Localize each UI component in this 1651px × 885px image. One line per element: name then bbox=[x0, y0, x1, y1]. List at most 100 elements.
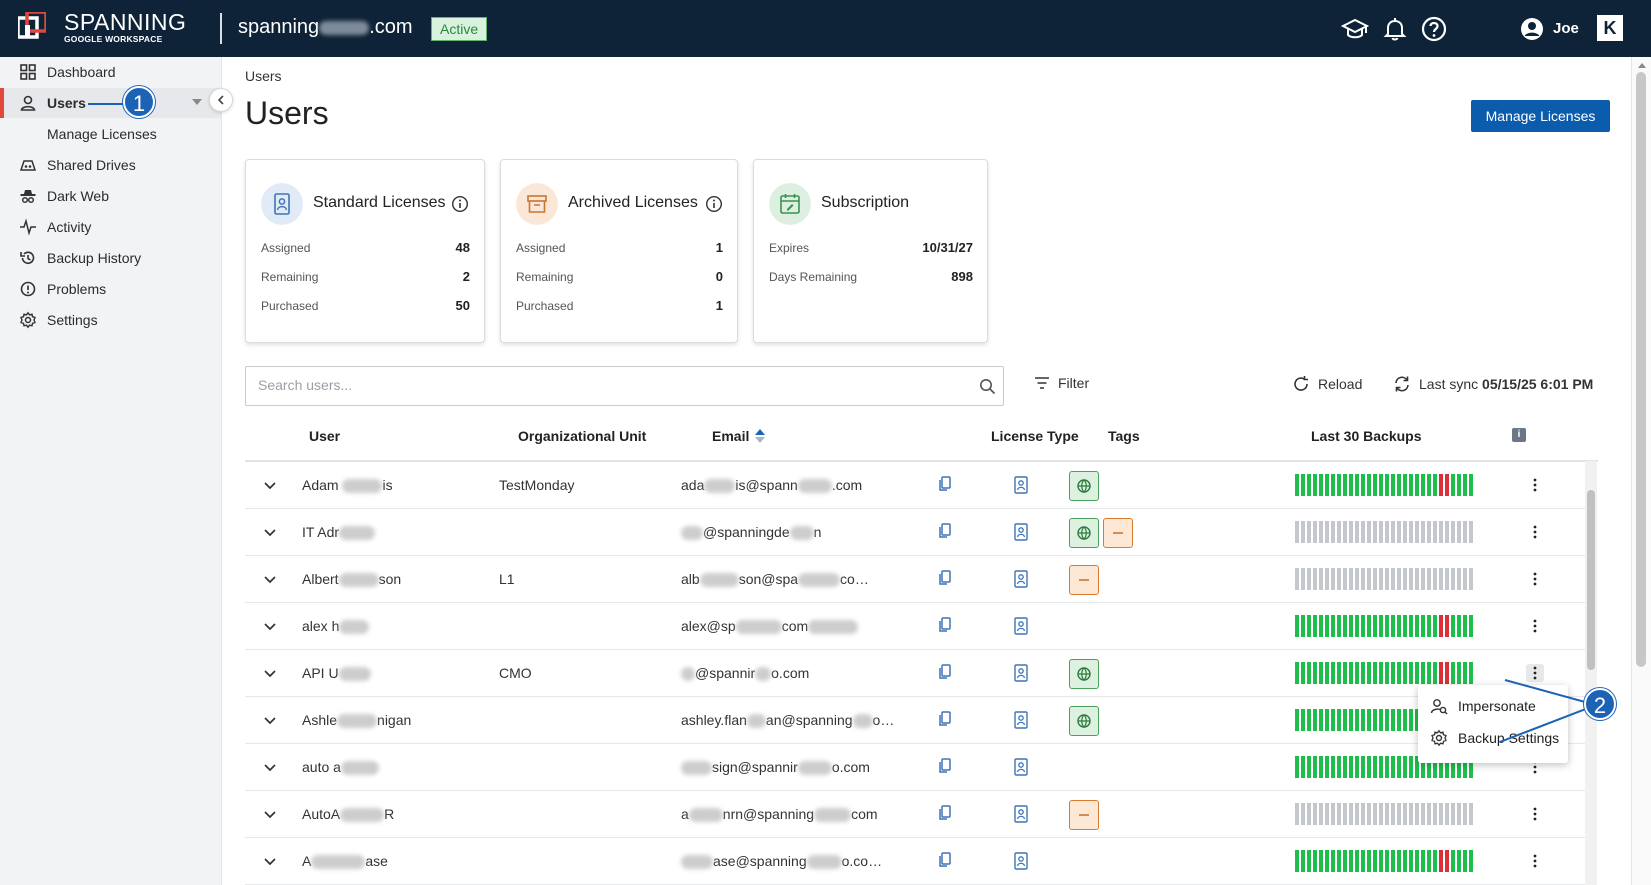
sidebar-item-settings[interactable]: Settings bbox=[0, 305, 222, 335]
chevron-down-icon[interactable] bbox=[262, 759, 278, 775]
license-badge-icon[interactable] bbox=[1013, 616, 1029, 636]
table-scrollbar-thumb[interactable] bbox=[1587, 490, 1595, 670]
copy-icon[interactable] bbox=[937, 522, 953, 540]
license-badge-icon[interactable] bbox=[1013, 710, 1029, 730]
search-icon[interactable] bbox=[979, 378, 996, 395]
copy-icon[interactable] bbox=[937, 616, 953, 634]
copy-icon[interactable] bbox=[937, 475, 953, 493]
table-row[interactable]: Adam is TestMonday ada is@spann .com bbox=[245, 462, 1585, 509]
tag-dash[interactable] bbox=[1103, 518, 1133, 548]
backup-history-bars[interactable] bbox=[1295, 615, 1475, 637]
sidebar-item-backup-history[interactable]: Backup History bbox=[0, 243, 222, 273]
table-row[interactable]: API U CMO @spannir o.com bbox=[245, 650, 1585, 697]
caret-down-icon[interactable] bbox=[192, 99, 202, 105]
user-cell[interactable]: IT Adr bbox=[302, 524, 376, 541]
column-header-org-unit[interactable]: Organizational Unit bbox=[518, 428, 646, 444]
chevron-down-icon[interactable] bbox=[262, 806, 278, 822]
info-icon[interactable] bbox=[705, 195, 723, 213]
scroll-up-icon[interactable] bbox=[1632, 60, 1651, 70]
copy-icon[interactable] bbox=[937, 851, 953, 869]
product-switcher-logo[interactable]: K bbox=[1597, 15, 1623, 41]
backup-history-bars[interactable] bbox=[1295, 568, 1475, 590]
column-header-license-type[interactable]: License Type bbox=[991, 428, 1079, 444]
table-row[interactable]: AutoA Ra nrn@spanning com bbox=[245, 791, 1585, 838]
bell-icon[interactable] bbox=[1381, 15, 1409, 43]
backup-history-bars[interactable] bbox=[1295, 803, 1475, 825]
sidebar-item-dashboard[interactable]: Dashboard bbox=[0, 57, 222, 87]
kebab-icon[interactable] bbox=[1526, 570, 1544, 588]
user-cell[interactable]: auto a bbox=[302, 759, 379, 776]
collapse-sidebar-button[interactable] bbox=[209, 88, 233, 112]
sidebar-item-shared-drives[interactable]: Shared Drives bbox=[0, 150, 222, 180]
column-header-tags[interactable]: Tags bbox=[1108, 428, 1140, 444]
chevron-down-icon[interactable] bbox=[262, 524, 278, 540]
backup-history-bars[interactable] bbox=[1295, 662, 1475, 684]
table-row[interactable]: Ashle nigan ashley.flan an@spanning o… bbox=[245, 697, 1585, 744]
reload-button[interactable]: Reload bbox=[1292, 375, 1362, 393]
license-badge-icon[interactable] bbox=[1013, 851, 1029, 871]
page-scrollbar-thumb[interactable] bbox=[1636, 72, 1646, 667]
kebab-icon[interactable] bbox=[1526, 617, 1544, 635]
chevron-down-icon[interactable] bbox=[262, 712, 278, 728]
table-row[interactable]: auto a sign@spannir o.com bbox=[245, 744, 1585, 791]
license-badge-icon[interactable] bbox=[1013, 663, 1029, 683]
user-cell[interactable]: API U bbox=[302, 665, 371, 682]
user-cell[interactable]: Ashle nigan bbox=[302, 712, 411, 729]
column-header-last-30-backups[interactable]: Last 30 Backups bbox=[1311, 428, 1422, 444]
chevron-down-icon[interactable] bbox=[262, 477, 278, 493]
search-input[interactable] bbox=[258, 377, 958, 393]
tag-globe[interactable] bbox=[1069, 518, 1099, 548]
filter-button[interactable]: Filter bbox=[1034, 375, 1089, 391]
help-icon[interactable] bbox=[1420, 15, 1448, 43]
license-badge-icon[interactable] bbox=[1013, 757, 1029, 777]
copy-icon[interactable] bbox=[937, 710, 953, 728]
copy-icon[interactable] bbox=[937, 757, 953, 775]
user-cell[interactable]: Aase bbox=[302, 853, 388, 870]
kebab-icon[interactable] bbox=[1526, 476, 1544, 494]
sidebar-item-manage-licenses[interactable]: Manage Licenses bbox=[0, 119, 222, 149]
brand-name[interactable]: SPANNING bbox=[64, 10, 186, 34]
user-cell[interactable]: AutoA R bbox=[302, 806, 394, 823]
sidebar-item-dark-web[interactable]: Dark Web bbox=[0, 181, 222, 211]
chevron-down-icon[interactable] bbox=[262, 665, 278, 681]
backup-history-bars[interactable] bbox=[1295, 474, 1475, 496]
table-row[interactable]: Aase ase@spanning o.co… bbox=[245, 838, 1585, 885]
table-row[interactable]: alex h alex@sp com bbox=[245, 603, 1585, 650]
copy-icon[interactable] bbox=[937, 663, 953, 681]
user-cell[interactable]: alex h bbox=[302, 618, 370, 635]
column-header-user[interactable]: User bbox=[309, 428, 340, 444]
chevron-down-icon[interactable] bbox=[262, 853, 278, 869]
tag-globe[interactable] bbox=[1069, 706, 1099, 736]
chevron-down-icon[interactable] bbox=[262, 618, 278, 634]
table-row[interactable]: Albert son L1 alb son@spa co… bbox=[245, 556, 1585, 603]
backup-history-bars[interactable] bbox=[1295, 850, 1475, 872]
manage-licenses-button[interactable]: Manage Licenses bbox=[1471, 100, 1610, 132]
info-icon[interactable] bbox=[451, 195, 469, 213]
breadcrumb[interactable]: Users bbox=[245, 68, 282, 84]
tag-globe[interactable] bbox=[1069, 659, 1099, 689]
sidebar-item-problems[interactable]: Problems bbox=[0, 274, 222, 304]
license-badge-icon[interactable] bbox=[1013, 569, 1029, 589]
tag-dash[interactable] bbox=[1069, 565, 1099, 595]
kebab-icon[interactable] bbox=[1526, 852, 1544, 870]
column-header-email[interactable]: Email bbox=[712, 428, 766, 444]
license-badge-icon[interactable] bbox=[1013, 804, 1029, 824]
copy-icon[interactable] bbox=[937, 569, 953, 587]
table-row[interactable]: IT Adr @spanningde n bbox=[245, 509, 1585, 556]
user-cell[interactable]: Adam is bbox=[302, 477, 393, 494]
graduation-cap-icon[interactable] bbox=[1341, 15, 1369, 43]
kebab-icon[interactable] bbox=[1526, 805, 1544, 823]
kebab-icon[interactable] bbox=[1526, 523, 1544, 541]
chevron-down-icon[interactable] bbox=[262, 571, 278, 587]
backups-info-icon[interactable]: i bbox=[1512, 428, 1526, 442]
tag-globe[interactable] bbox=[1069, 471, 1099, 501]
account-icon[interactable] bbox=[1518, 15, 1546, 43]
sidebar-item-activity[interactable]: Activity bbox=[0, 212, 222, 242]
user-name[interactable]: Joe bbox=[1553, 20, 1579, 37]
license-badge-icon[interactable] bbox=[1013, 522, 1029, 542]
backup-history-bars[interactable] bbox=[1295, 521, 1475, 543]
copy-icon[interactable] bbox=[937, 804, 953, 822]
user-cell[interactable]: Albert son bbox=[302, 571, 401, 588]
license-badge-icon[interactable] bbox=[1013, 475, 1029, 495]
tag-dash[interactable] bbox=[1069, 800, 1099, 830]
